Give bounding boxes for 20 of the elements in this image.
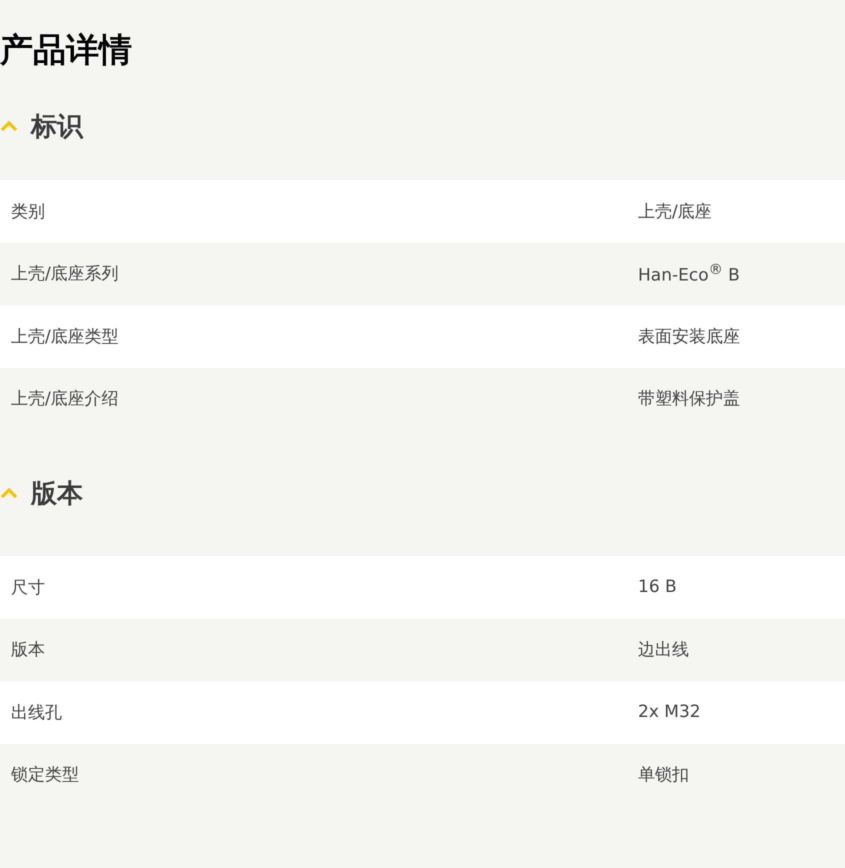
spec-value: 边出线 bbox=[638, 639, 689, 662]
spec-label: 出线孔 bbox=[10, 702, 63, 724]
section-heading[interactable]: 标识 bbox=[31, 108, 83, 144]
spec-label: 上壳/底座介绍 bbox=[10, 388, 120, 410]
spec-value: 表面安装底座 bbox=[638, 326, 740, 348]
spec-value: 2x M32 bbox=[638, 702, 701, 722]
spec-value: Han-Eco$^{®}$ B bbox=[638, 262, 740, 286]
chevron-icon[interactable] bbox=[0, 487, 18, 499]
spec-label: 版本 bbox=[10, 639, 46, 662]
spec-label: 尺寸 bbox=[10, 576, 46, 599]
spec-value: 单锁扣 bbox=[638, 764, 689, 786]
spec-label: 上壳/底座类型 bbox=[10, 326, 120, 348]
spec-label: 锁定类型 bbox=[10, 764, 80, 786]
chevron-icon[interactable] bbox=[0, 120, 18, 132]
spec-value: 上壳/底座 bbox=[638, 200, 712, 223]
spec-label: 上壳/底座系列 bbox=[10, 263, 120, 286]
section-heading[interactable]: 版本 bbox=[31, 476, 83, 510]
spec-label: 类别 bbox=[10, 200, 46, 223]
spec-value: 带塑料保护盖 bbox=[638, 388, 740, 410]
spec-value: 16 B bbox=[638, 577, 677, 598]
